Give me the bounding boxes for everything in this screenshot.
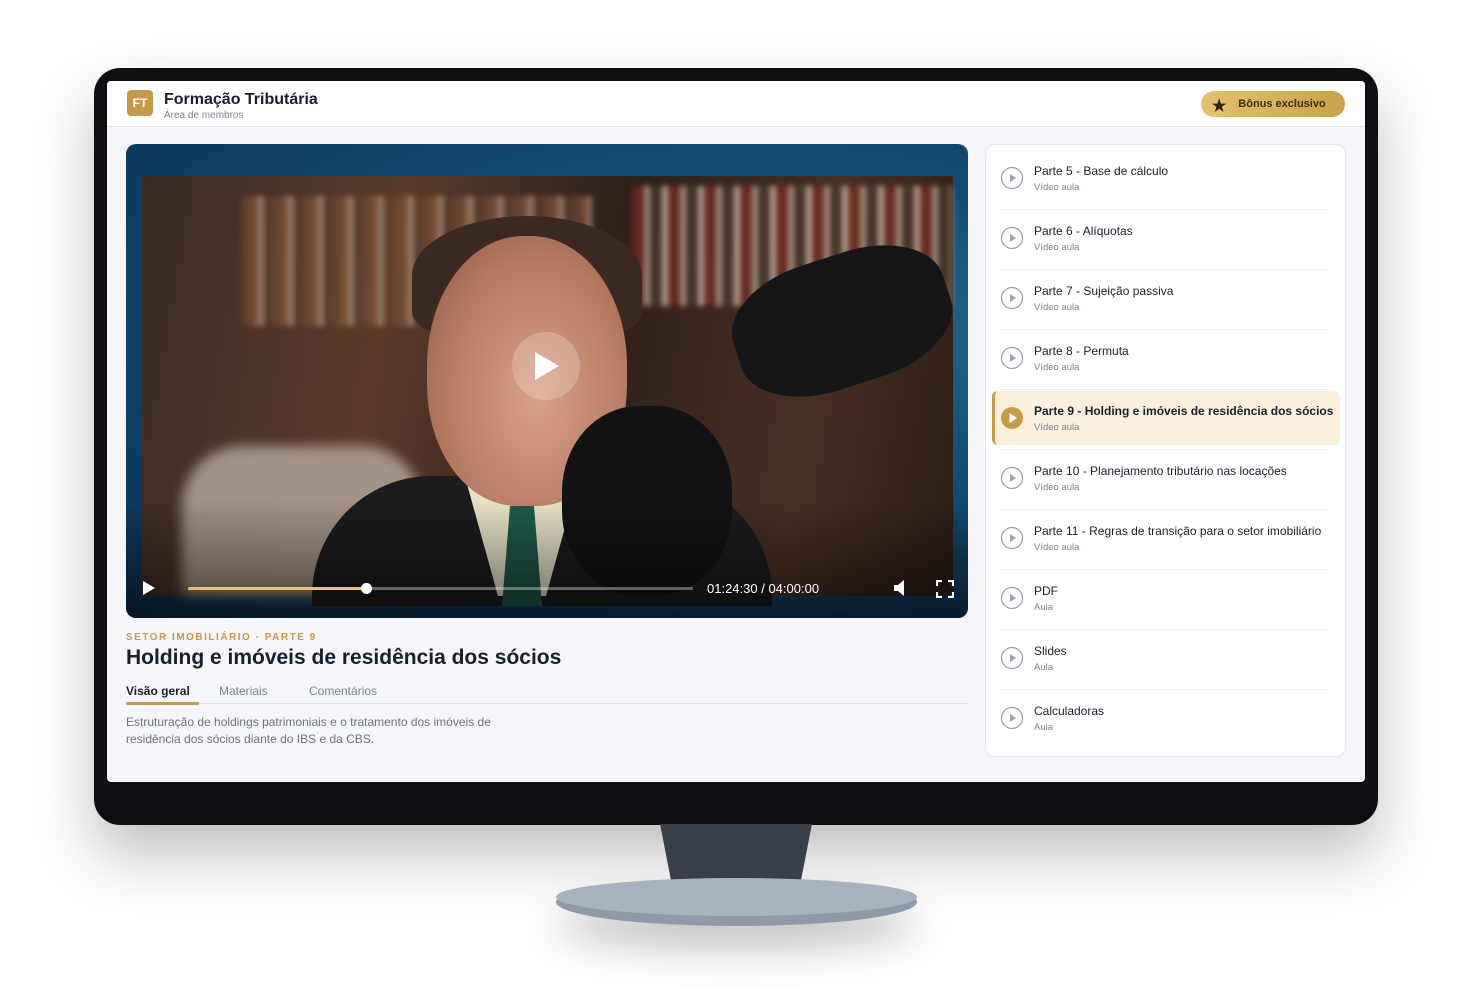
playlist-item-title: Parte 9 - Holding e imóveis de residênci…: [1034, 404, 1334, 418]
lesson-description: Estruturação de holdings patrimoniais e …: [126, 715, 491, 746]
brand-logo[interactable]: FT: [127, 90, 153, 116]
play-circle-icon: [1000, 286, 1024, 310]
brand-subtitle: Área de membros: [164, 110, 244, 121]
app-screen: FT Formação Tributária Área de membros ★…: [107, 81, 1365, 782]
monitor-scene: FT Formação Tributária Área de membros ★…: [0, 0, 1472, 989]
volume-icon[interactable]: [893, 579, 909, 597]
playlist-item[interactable]: Parte 6 - Alíquotas Vídeo aula: [992, 211, 1340, 265]
time-display: 01:24:30 / 04:00:00: [707, 581, 820, 596]
playlist-item-title: PDF: [1034, 584, 1058, 598]
playlist-item[interactable]: Calculadoras Aula: [992, 691, 1340, 745]
playlist-item-title: Calculadoras: [1034, 704, 1105, 718]
playlist-divider: [1000, 569, 1330, 570]
playlist-item-type: Vídeo aula: [1034, 182, 1080, 193]
playlist-item-title: Parte 10 - Planejamento tributário nas l…: [1034, 464, 1287, 478]
play-circle-icon: [1001, 407, 1023, 429]
play-circle-icon: [1000, 646, 1024, 670]
playlist-item-type: Vídeo aula: [1034, 422, 1080, 433]
tab-materiais[interactable]: Materiais: [219, 684, 268, 698]
playlist-divider: [1000, 689, 1330, 690]
playlist-item[interactable]: Parte 7 - Sujeição passiva Vídeo aula: [992, 271, 1340, 325]
playlist-item[interactable]: Slides Aula: [992, 631, 1340, 685]
playlist-divider: [1000, 329, 1330, 330]
play-circle-icon: [1000, 166, 1024, 190]
progress-handle[interactable]: [360, 583, 372, 594]
playlist-item[interactable]: Parte 9 - Holding e imóveis de residênci…: [992, 391, 1340, 445]
playlist-item[interactable]: Parte 5 - Base de cálculo Vídeo aula: [992, 151, 1340, 205]
playlist-item-type: Vídeo aula: [1034, 542, 1080, 553]
playlist-divider: [1000, 269, 1330, 270]
playlist-item-type: Aula: [1034, 722, 1054, 733]
progress-fill: [188, 587, 366, 590]
playlist-item[interactable]: Parte 11 - Regras de transição para o se…: [992, 511, 1340, 565]
playlist-divider: [1000, 449, 1330, 450]
lesson-title: Holding e imóveis de residência dos sóci…: [126, 646, 562, 669]
brand-title: Formação Tributária: [164, 91, 318, 108]
fullscreen-icon[interactable]: [936, 580, 954, 598]
star-icon: ★: [1212, 98, 1227, 115]
play-circle-icon: [1000, 466, 1024, 490]
playlist-item[interactable]: Parte 8 - Permuta Vídeo aula: [992, 331, 1340, 385]
playlist-divider: [1000, 209, 1330, 210]
playlist-item-type: Aula: [1034, 602, 1054, 613]
lesson-tabs: Visão geral Materiais Comentários: [126, 682, 968, 705]
tab-visao-geral[interactable]: Visão geral: [126, 684, 190, 698]
playlist-item[interactable]: PDF Aula: [992, 571, 1340, 625]
playlist-divider: [1000, 389, 1330, 390]
play-circle-icon: [1000, 706, 1024, 730]
bonus-button-label: Bônus exclusivo: [1238, 98, 1326, 110]
lesson-kicker: SETOR IMOBILIÁRIO · PARTE 9: [126, 632, 317, 643]
playlist-item-type: Aula: [1034, 662, 1054, 673]
play-icon[interactable]: [142, 580, 156, 596]
video-player[interactable]: 01:24:30 / 04:00:00: [126, 144, 968, 618]
playlist-item-type: Vídeo aula: [1034, 362, 1080, 373]
playlist-divider: [1000, 509, 1330, 510]
playlist-item-type: Vídeo aula: [1034, 482, 1080, 493]
playlist-item-title: Slides: [1034, 644, 1067, 658]
playlist-item-title: Parte 7 - Sujeição passiva: [1034, 284, 1174, 298]
tab-comentarios[interactable]: Comentários: [309, 684, 377, 698]
play-circle-icon: [1000, 346, 1024, 370]
playlist-item-type: Vídeo aula: [1034, 302, 1080, 313]
lesson-playlist: Parte 5 - Base de cálculo Vídeo aula Parte…: [985, 144, 1346, 757]
playlist-item-title: Parte 5 - Base de cálculo: [1034, 164, 1169, 178]
big-play-button[interactable]: [512, 332, 580, 400]
playlist-item-type: Vídeo aula: [1034, 242, 1080, 253]
progress-bar[interactable]: [188, 583, 693, 594]
playlist-item-title: Parte 8 - Permuta: [1034, 344, 1129, 358]
play-circle-icon: [1000, 586, 1024, 610]
monitor-neck: [660, 824, 812, 886]
bonus-button[interactable]: ★ Bônus exclusivo: [1201, 91, 1345, 117]
play-circle-icon: [1000, 526, 1024, 550]
playlist-item-title: Parte 11 - Regras de transição para o se…: [1034, 524, 1322, 538]
playlist-item[interactable]: Parte 10 - Planejamento tributário nas l…: [992, 451, 1340, 505]
play-circle-icon: [1000, 226, 1024, 250]
playlist-item-title: Parte 6 - Alíquotas: [1034, 224, 1133, 238]
active-tab-indicator: [126, 702, 199, 705]
play-icon: [535, 352, 559, 380]
top-bar: FT Formação Tributária Área de membros ★…: [107, 81, 1365, 127]
monitor-base-top: [556, 878, 917, 916]
playlist-divider: [1000, 629, 1330, 630]
